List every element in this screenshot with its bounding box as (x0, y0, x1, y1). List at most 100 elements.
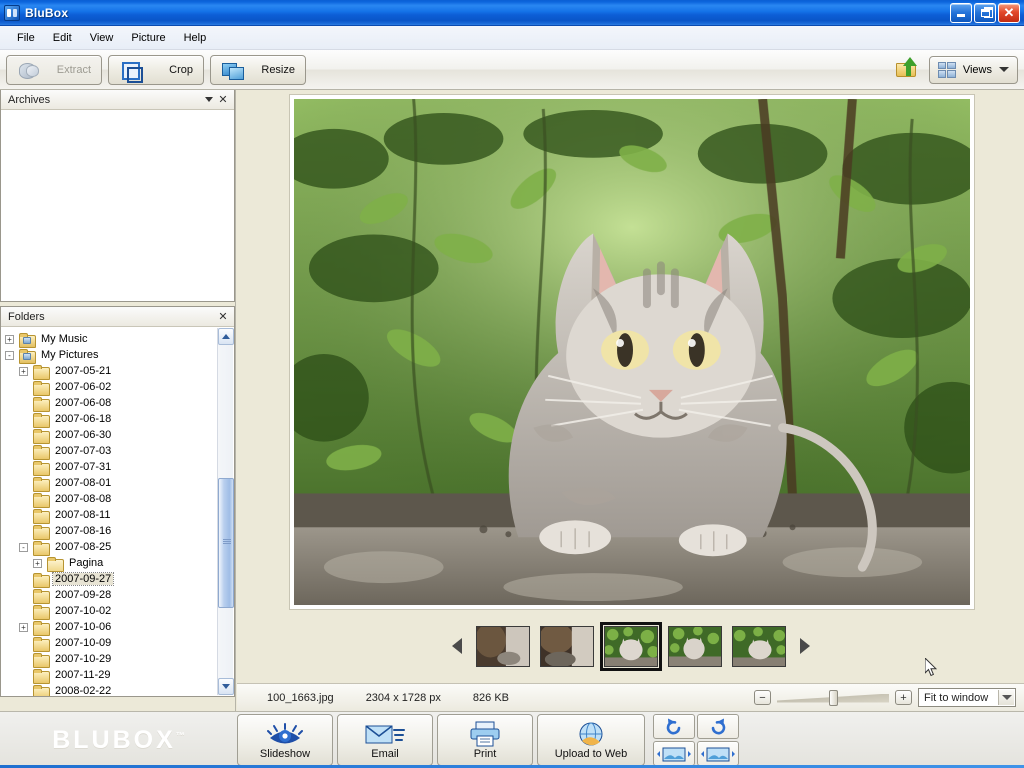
menu-file[interactable]: File (8, 29, 44, 47)
tree-item-label: 2007-06-30 (55, 429, 112, 441)
tree-item[interactable]: - 2007-08-25 (1, 539, 234, 556)
tree-item-label: My Music (41, 333, 88, 345)
tree-item[interactable]: - My Pictures (1, 347, 234, 364)
slideshow-button-label: Slideshow (259, 748, 311, 760)
tree-item[interactable]: 2007-08-01 (1, 475, 234, 492)
folders-panel-title: Folders (8, 310, 45, 323)
thumbnail-1[interactable] (475, 625, 530, 667)
tree-item[interactable]: +2007-05-21 (1, 363, 234, 380)
tree-item[interactable]: 2007-09-28 (1, 587, 234, 604)
archives-collapse-button[interactable] (202, 93, 216, 107)
zoom-mode-dropdown-button[interactable] (998, 690, 1014, 705)
tree-item[interactable]: 2007-10-02 (1, 603, 234, 620)
tree-item[interactable]: 2007-08-08 (1, 491, 234, 508)
image-frame (289, 94, 975, 610)
tree-item[interactable]: + My Music (1, 331, 234, 348)
email-button[interactable]: Email (337, 714, 433, 766)
zoom-mode-select[interactable]: Fit to window (918, 688, 1016, 707)
archives-list[interactable] (1, 110, 234, 301)
chevron-down-icon (205, 97, 213, 102)
zoom-slider[interactable] (777, 689, 889, 706)
tree-item[interactable]: +2007-10-06 (1, 619, 234, 636)
tree-item-label: 2008-02-22 (55, 685, 112, 696)
status-bar: 100_1663.jpg 2304 x 1728 px 826 KB − + F… (237, 683, 1024, 711)
close-button[interactable]: ✕ (998, 2, 1020, 23)
tree-item-label: 2007-06-18 (55, 413, 112, 425)
thumbnail-5[interactable] (731, 625, 786, 667)
archives-panel: Archives ✕ (0, 90, 235, 302)
rotate-left-button[interactable] (653, 714, 695, 739)
menu-help[interactable]: Help (175, 29, 216, 47)
expand-icon[interactable]: + (19, 366, 28, 376)
main-photo[interactable] (294, 99, 970, 605)
bottom-toolbar: BLUBOX™ Slideshow Email Print Upload to … (0, 711, 1024, 768)
tree-item[interactable]: 2008-02-22 (1, 683, 234, 696)
archives-close-button[interactable]: ✕ (216, 93, 230, 107)
zoom-out-button[interactable]: − (754, 690, 771, 705)
tree-item[interactable]: 2007-06-08 (1, 395, 234, 412)
zoom-slider-thumb[interactable] (829, 689, 838, 706)
upload-to-web-button-label: Upload to Web (554, 748, 628, 760)
folders-close-button[interactable]: ✕ (216, 310, 230, 324)
folder-icon (33, 412, 50, 428)
zoom-in-button[interactable]: + (895, 690, 912, 705)
tree-item[interactable]: 2007-10-29 (1, 651, 234, 668)
thumbnail-4[interactable] (667, 625, 722, 667)
menu-edit[interactable]: Edit (44, 29, 81, 47)
flip-vertical-icon (701, 747, 735, 761)
flip-vertical-button[interactable] (697, 741, 739, 766)
folder-open-icon (47, 556, 64, 572)
tree-item[interactable]: 2007-06-18 (1, 411, 234, 428)
scroll-up-icon[interactable] (218, 328, 234, 345)
collapse-icon[interactable]: - (19, 542, 28, 552)
collapse-icon[interactable]: - (5, 350, 14, 360)
rotate-left-icon (666, 718, 681, 734)
minimize-button[interactable] (950, 2, 972, 23)
previous-arrow-icon[interactable] (448, 635, 466, 657)
image-viewer (237, 90, 1024, 711)
views-button[interactable]: Views (928, 55, 1018, 84)
expand-icon[interactable]: + (19, 622, 28, 632)
tree-item[interactable]: 2007-08-16 (1, 523, 234, 540)
folder-music-icon (19, 332, 36, 348)
menu-picture[interactable]: Picture (122, 29, 174, 47)
folders-tree-container[interactable]: + My Music - My Pictures +2007-05-21 2007-06-… (1, 327, 234, 696)
next-arrow-icon[interactable] (796, 635, 814, 657)
tree-item[interactable]: 2007-10-09 (1, 635, 234, 652)
crop-button[interactable]: Crop (108, 54, 204, 85)
folder-up-icon[interactable] (893, 56, 923, 84)
photo-artwork (294, 99, 970, 605)
tree-item[interactable]: 2007-07-03 (1, 443, 234, 460)
flip-horizontal-button[interactable] (653, 741, 695, 766)
scrollbar-thumb[interactable] (218, 478, 234, 608)
tree-item-label: My Pictures (41, 349, 99, 361)
left-sidebar: Archives ✕ Folders ✕ + My Music - My Pictur… (0, 90, 236, 711)
folder-icon (33, 572, 50, 588)
resize-icon (221, 60, 244, 80)
tree-item-label: 2007-09-27 (51, 572, 115, 586)
tree-item[interactable]: + Pagina (1, 555, 234, 572)
print-button[interactable]: Print (437, 714, 533, 766)
extract-button[interactable]: Extract (6, 54, 102, 85)
thumbnail-2[interactable] (539, 625, 594, 667)
upload-to-web-button[interactable]: Upload to Web (537, 714, 645, 766)
thumbnail-3[interactable] (599, 621, 662, 671)
expand-icon[interactable]: + (5, 334, 14, 344)
folder-icon (33, 540, 50, 556)
menu-view[interactable]: View (81, 29, 123, 47)
tree-item[interactable]: 2007-09-27 (1, 571, 234, 588)
resize-button[interactable]: Resize (210, 54, 306, 85)
tree-item[interactable]: 2007-08-11 (1, 507, 234, 524)
rotate-right-button[interactable] (697, 714, 739, 739)
slideshow-button[interactable]: Slideshow (237, 714, 333, 766)
menu-bar: File Edit View Picture Help (0, 26, 1024, 50)
restore-button[interactable] (974, 2, 996, 23)
flip-horizontal-icon (657, 747, 691, 761)
scroll-down-icon[interactable] (218, 678, 234, 695)
tree-item[interactable]: 2007-06-30 (1, 427, 234, 444)
folders-scrollbar[interactable] (217, 328, 234, 695)
tree-item[interactable]: 2007-07-31 (1, 459, 234, 476)
tree-item[interactable]: 2007-06-02 (1, 379, 234, 396)
expand-icon[interactable]: + (33, 558, 42, 568)
tree-item[interactable]: 2007-11-29 (1, 667, 234, 684)
